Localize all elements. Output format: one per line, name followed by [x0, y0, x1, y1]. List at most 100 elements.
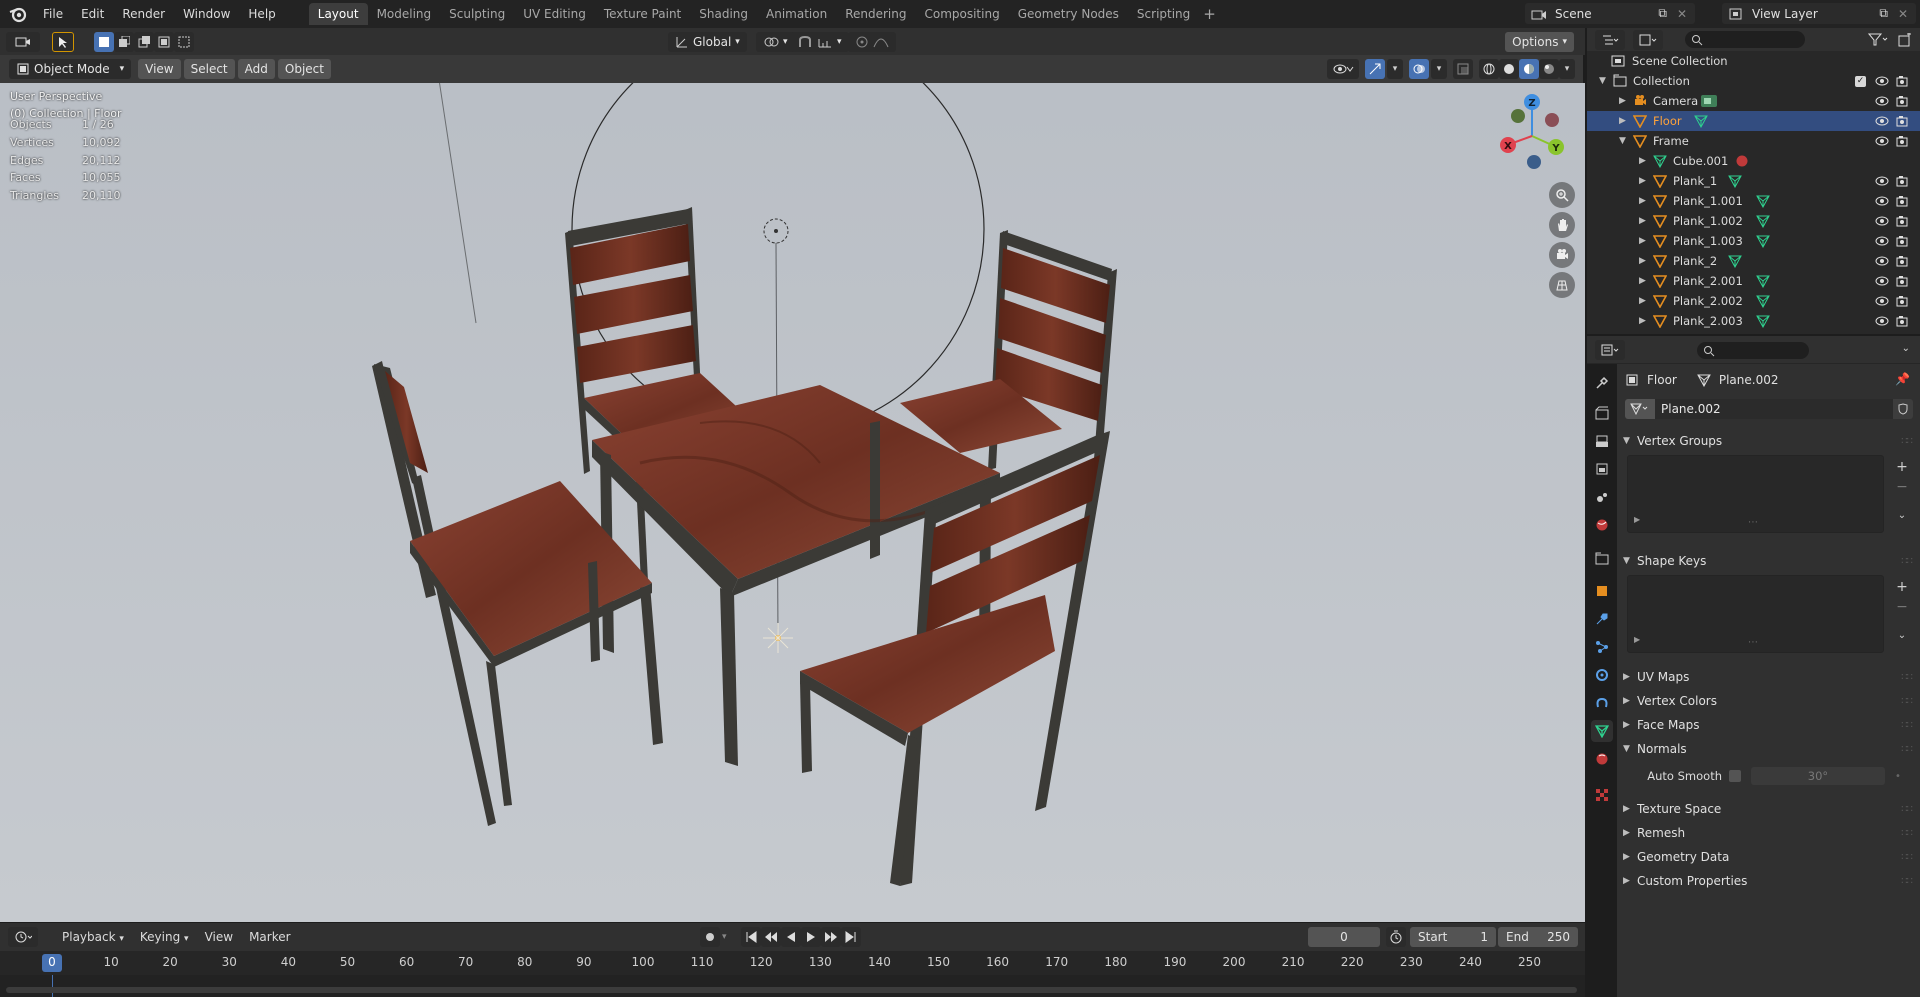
eye-icon[interactable]	[1875, 74, 1889, 88]
zoom-icon[interactable]	[1549, 182, 1575, 208]
rendered-shading-icon[interactable]	[1539, 59, 1559, 79]
outliner-item-plank-1-003[interactable]: ▶ Plank_1.003	[1587, 231, 1920, 251]
drag-handle-icon[interactable]: ∷∷	[1901, 744, 1913, 755]
copy-layer-icon[interactable]: ⧉	[1879, 6, 1888, 21]
outliner-item-plank-2-003[interactable]: ▶ Plank_2.003	[1587, 311, 1920, 331]
drag-handle-icon[interactable]: ∷∷	[1901, 804, 1913, 815]
scene-selector[interactable]: Scene ⧉ ✕	[1525, 3, 1695, 24]
drag-handle-icon[interactable]: ∷∷	[1901, 852, 1913, 863]
panel-uv-maps[interactable]: ▶ UV Maps ∷∷	[1623, 666, 1914, 688]
outliner-item-floor[interactable]: ▶ Floor	[1587, 111, 1920, 131]
eye-icon[interactable]	[1875, 294, 1889, 308]
3d-viewport[interactable]: Global ▾ ▾ ▾ Options ▾ Object Mode ▾ Vie…	[0, 28, 1585, 922]
timeline-editor-type-icon[interactable]	[8, 926, 38, 947]
tab-animation[interactable]: Animation	[757, 3, 836, 25]
collapse-triangle-icon[interactable]: ▶	[1639, 316, 1646, 326]
material-tab-icon[interactable]	[1591, 748, 1613, 770]
properties-editor-type-icon[interactable]	[1595, 339, 1625, 360]
preview-range-icon[interactable]	[1386, 927, 1406, 947]
panel-vertex-colors[interactable]: ▶ Vertex Colors ∷∷	[1623, 690, 1914, 712]
tab-modeling[interactable]: Modeling	[368, 3, 441, 25]
remove-vertex-group-button[interactable]: −	[1893, 478, 1911, 496]
drag-handle-icon[interactable]: ∷∷	[1901, 436, 1913, 447]
mesh-data-icon[interactable]	[1728, 174, 1744, 188]
mesh-data-tab-icon[interactable]	[1591, 720, 1613, 742]
menu-object[interactable]: Object	[277, 59, 331, 79]
visibility-dropdown[interactable]	[1327, 59, 1359, 79]
viewport-scene[interactable]	[0, 83, 1585, 922]
drag-handle-icon[interactable]: ∷∷	[1901, 556, 1913, 567]
pan-hand-icon[interactable]	[1549, 212, 1575, 238]
proportional-edit-dropdown[interactable]	[848, 31, 896, 52]
collapse-triangle-icon[interactable]: ▶	[1639, 196, 1646, 206]
chevron-down-icon[interactable]: ⌄	[1902, 343, 1910, 354]
mesh-data-icon[interactable]	[1756, 314, 1772, 328]
list-filter-toggle-icon[interactable]: ▶	[1634, 515, 1640, 524]
overlay-dropdown[interactable]: ▾	[1431, 59, 1447, 79]
eye-icon[interactable]	[1875, 114, 1889, 128]
tab-geometry-nodes[interactable]: Geometry Nodes	[1009, 3, 1128, 25]
timeline-track[interactable]	[0, 975, 1585, 997]
material-shading-icon[interactable]	[1519, 59, 1539, 79]
render-camera-icon[interactable]	[1895, 134, 1909, 148]
collapse-triangle-icon[interactable]: ▶	[1639, 216, 1646, 226]
list-resize-grip-icon[interactable]: ⋯	[1748, 637, 1758, 648]
tab-compositing[interactable]: Compositing	[915, 3, 1008, 25]
menu-file[interactable]: File	[34, 0, 72, 28]
menu-keying[interactable]: Keying ▾	[132, 930, 197, 944]
object-tab-icon[interactable]	[1591, 580, 1613, 602]
display-mode-icon[interactable]	[1633, 29, 1663, 50]
perspective-toggle-icon[interactable]	[1549, 272, 1575, 298]
eye-icon[interactable]	[1875, 314, 1889, 328]
panel-face-maps[interactable]: ▶ Face Maps ∷∷	[1623, 714, 1914, 736]
select-new-icon[interactable]	[94, 31, 114, 52]
start-frame-field[interactable]: Start 1	[1410, 927, 1496, 947]
add-shape-key-button[interactable]: +	[1893, 578, 1911, 596]
mesh-datablock-selector[interactable]: Plane.002	[1625, 399, 1913, 419]
view-layer-selector[interactable]: View Layer ⧉ ✕	[1722, 3, 1916, 24]
tab-uv-editing[interactable]: UV Editing	[514, 3, 595, 25]
pivot-point-dropdown[interactable]: ▾	[756, 31, 795, 52]
shading-dropdown[interactable]: ▾	[1559, 59, 1575, 79]
exclude-checkbox[interactable]: ✓	[1855, 75, 1866, 87]
animate-property-icon[interactable]: •	[1895, 771, 1901, 782]
menu-add[interactable]: Add	[237, 59, 275, 79]
mesh-data-icon[interactable]	[1756, 214, 1772, 228]
collapse-triangle-icon[interactable]: ▶	[1639, 296, 1646, 306]
collection-tab-icon[interactable]	[1591, 548, 1613, 570]
mesh-browse-icon[interactable]	[1625, 399, 1655, 419]
options-dropdown[interactable]: Options ▾	[1505, 31, 1574, 52]
panel-shape-keys[interactable]: ▼ Shape Keys ∷∷	[1623, 550, 1914, 572]
current-frame-field[interactable]: 0	[1308, 927, 1380, 947]
properties-search-input[interactable]	[1697, 342, 1809, 359]
render-camera-icon[interactable]	[1895, 114, 1909, 128]
copy-scene-icon[interactable]: ⧉	[1658, 6, 1667, 21]
overlay-toggle-icon[interactable]	[1409, 59, 1429, 79]
outliner-item-plank-2[interactable]: ▶ Plank_2	[1587, 251, 1920, 271]
list-resize-grip-icon[interactable]: ⋯	[1748, 517, 1758, 528]
fake-user-shield-icon[interactable]	[1893, 399, 1913, 419]
outliner-item-plank-2-001[interactable]: ▶ Plank_2.001	[1587, 271, 1920, 291]
constraints-tab-icon[interactable]	[1591, 692, 1613, 714]
menu-select[interactable]: Select	[183, 59, 235, 79]
auto-smooth-checkbox[interactable]	[1729, 770, 1741, 782]
next-keyframe-icon[interactable]	[820, 927, 841, 947]
select-subtract-icon[interactable]	[134, 31, 154, 52]
outliner-item-collection[interactable]: ▼ Collection ✓	[1587, 71, 1920, 91]
texture-tab-icon[interactable]	[1591, 784, 1613, 806]
eye-icon[interactable]	[1875, 274, 1889, 288]
horizontal-scrollbar[interactable]	[6, 987, 1577, 993]
render-camera-icon[interactable]	[1895, 274, 1909, 288]
close-icon[interactable]: ✕	[1898, 7, 1908, 21]
tab-shading[interactable]: Shading	[690, 3, 757, 25]
panel-geometry-data[interactable]: ▶ Geometry Data ∷∷	[1623, 846, 1914, 868]
eye-icon[interactable]	[1875, 134, 1889, 148]
mode-dropdown[interactable]: Object Mode ▾	[9, 59, 132, 79]
drag-handle-icon[interactable]: ∷∷	[1901, 696, 1913, 707]
transform-orientation-dropdown[interactable]: Global ▾	[668, 31, 747, 52]
material-icon[interactable]	[1735, 154, 1751, 168]
world-tab-icon[interactable]	[1591, 514, 1613, 536]
outliner-item-cube-001[interactable]: ▶ Cube.001	[1587, 151, 1920, 171]
render-camera-icon[interactable]	[1895, 294, 1909, 308]
tab-texture-paint[interactable]: Texture Paint	[595, 3, 690, 25]
